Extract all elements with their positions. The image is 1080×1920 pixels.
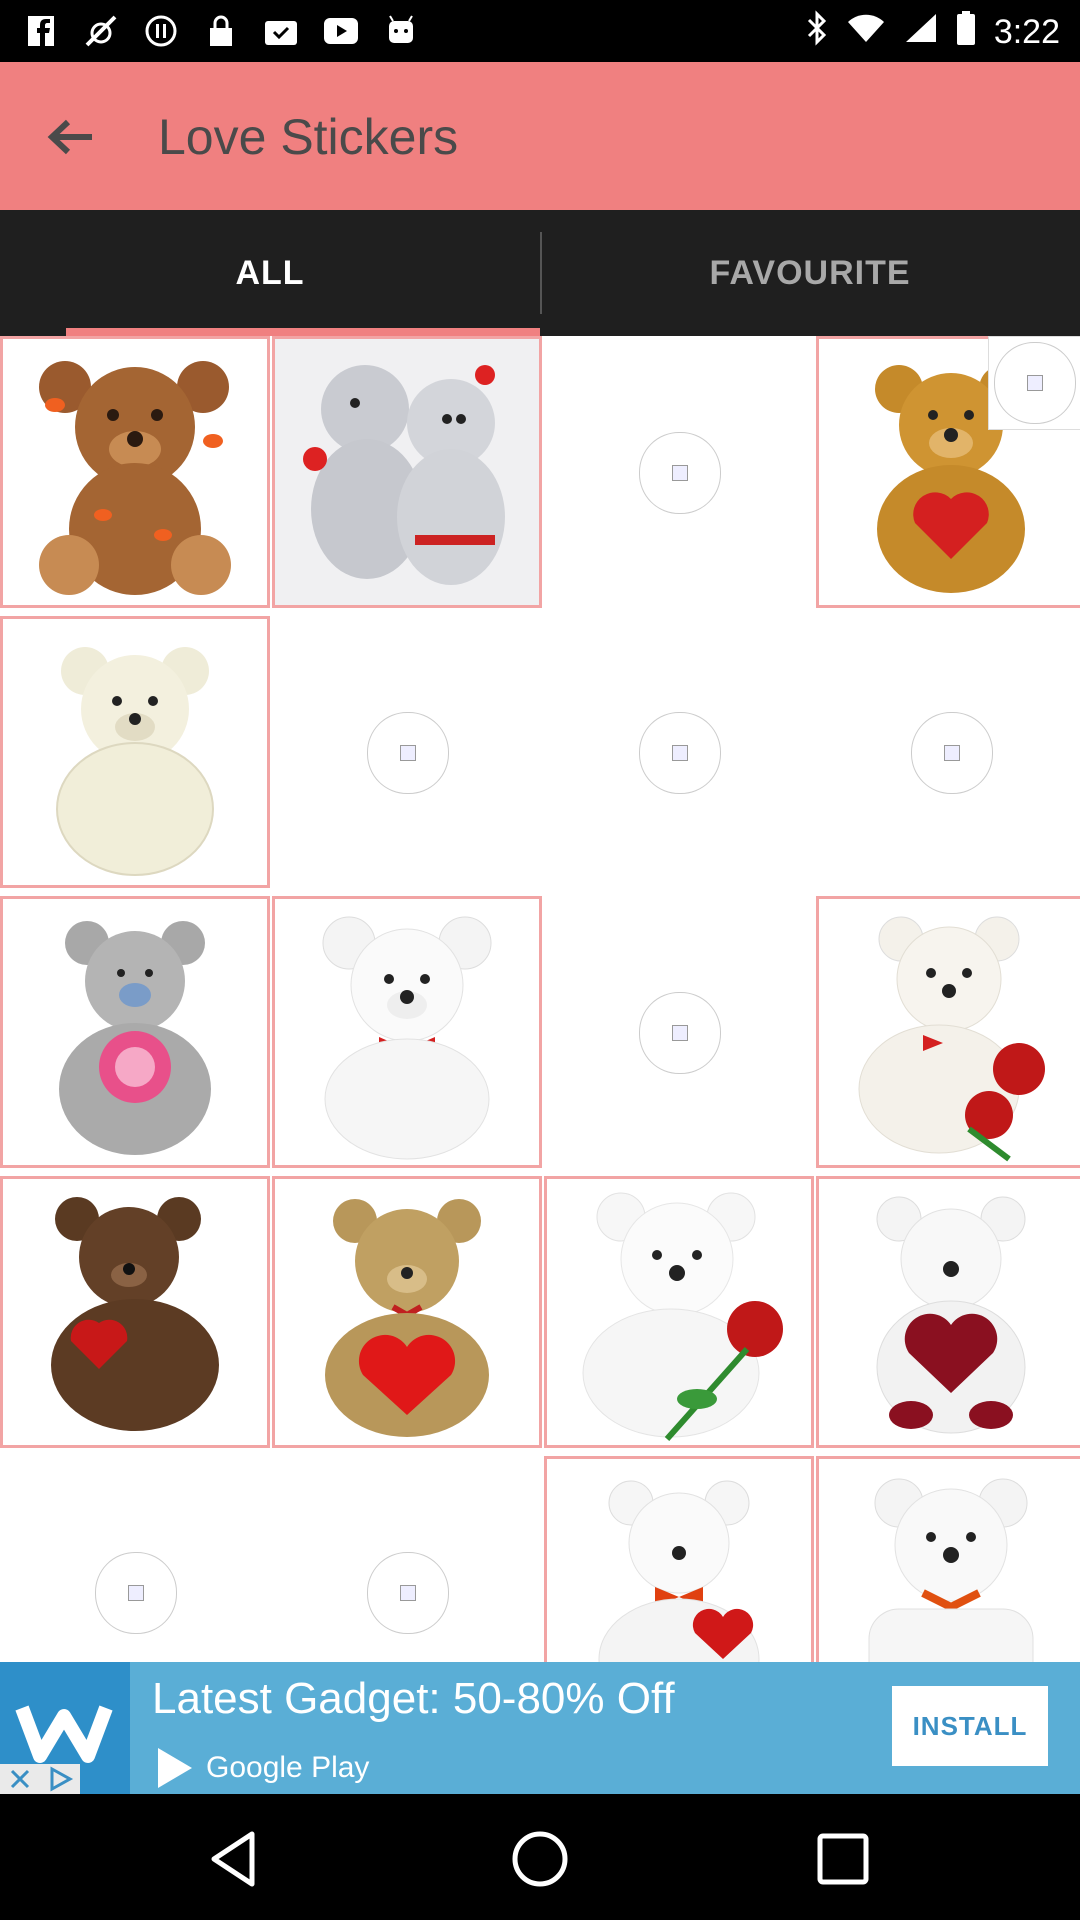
sticker-bear-white-red-heart[interactable] [816,1176,1080,1448]
sticker-bear-white-rose[interactable] [544,1176,814,1448]
broken-image-icon [367,1552,449,1634]
broken-image-icon [367,712,449,794]
close-icon[interactable] [0,1764,40,1794]
ad-banner[interactable]: Latest Gadget: 50-80% Off Google Play IN… [0,1662,1080,1794]
youtube-icon [322,12,360,50]
navigation-bar [0,1794,1080,1920]
ad-store-label: Google Play [206,1751,370,1784]
app-bar: Love Stickers [0,62,1080,210]
facebook-icon [22,12,60,50]
battery-icon [956,10,976,55]
broken-image-icon [639,992,721,1074]
sticker-broken-image[interactable] [272,1456,542,1662]
recents-square-icon[interactable] [808,1824,878,1894]
sticker-broken-image[interactable] [544,616,814,888]
alert-icon [142,12,180,50]
sticker-bear-cream[interactable] [0,616,270,888]
signal-icon [904,12,938,53]
back-button[interactable] [40,112,106,162]
broken-image-icon [994,342,1076,424]
android-icon [382,12,420,50]
ad-close-controls[interactable] [0,1764,80,1794]
home-circle-icon[interactable] [505,1824,575,1894]
broken-image [988,336,1080,430]
sticker-bears-hugging[interactable] [272,336,542,608]
ad-store-badge: Google Play [152,1746,369,1790]
sticker-grid [0,336,1080,1662]
clock-time: 3:22 [993,13,1060,51]
sticker-bear-white-roses[interactable] [816,896,1080,1168]
tab-selected-indicator [66,328,540,336]
wifi-icon [846,12,886,53]
sticker-bear-brown-be-mine[interactable] [0,1176,270,1448]
sticker-bear-white-bow[interactable] [272,896,542,1168]
sticker-broken-image[interactable] [816,616,1080,888]
lock-icon [202,12,240,50]
back-triangle-icon[interactable] [200,1824,270,1894]
broken-image-icon [639,712,721,794]
broken-image-icon [639,432,721,514]
sticker-broken-image[interactable] [272,616,542,888]
task-icon [262,12,300,50]
status-bar: 3:22 [0,0,1080,62]
arrow-back-icon [47,119,92,155]
tab-favourite[interactable]: FAVOURITE [540,210,1080,336]
broken-image-icon [95,1552,177,1634]
adchoices-icon[interactable] [40,1764,80,1794]
tab-bar: ALL FAVOURITE [0,210,1080,336]
install-button[interactable]: INSTALL [892,1686,1048,1766]
sticker-broken-image[interactable] [544,336,814,608]
broken-image-icon [911,712,993,794]
sticker-bear-i-need-a-big-hug[interactable] [816,1456,1080,1662]
sticker-broken-image[interactable] [544,896,814,1168]
google-play-icon [158,1748,192,1788]
sticker-bear-white-be-mine[interactable] [544,1456,814,1662]
tab-all[interactable]: ALL [0,210,540,336]
page-title: Love Stickers [158,109,459,165]
fake-gps-icon [82,12,120,50]
sticker-bear-tan-i-love-you[interactable] [272,1176,542,1448]
sticker-bear-brown-kisses[interactable] [0,336,270,608]
sticker-broken-image[interactable] [0,1456,270,1662]
ad-title: Latest Gadget: 50-80% Off [152,1674,675,1723]
sticker-bear-grey-love-you[interactable] [0,896,270,1168]
bluetooth-icon [806,10,828,55]
